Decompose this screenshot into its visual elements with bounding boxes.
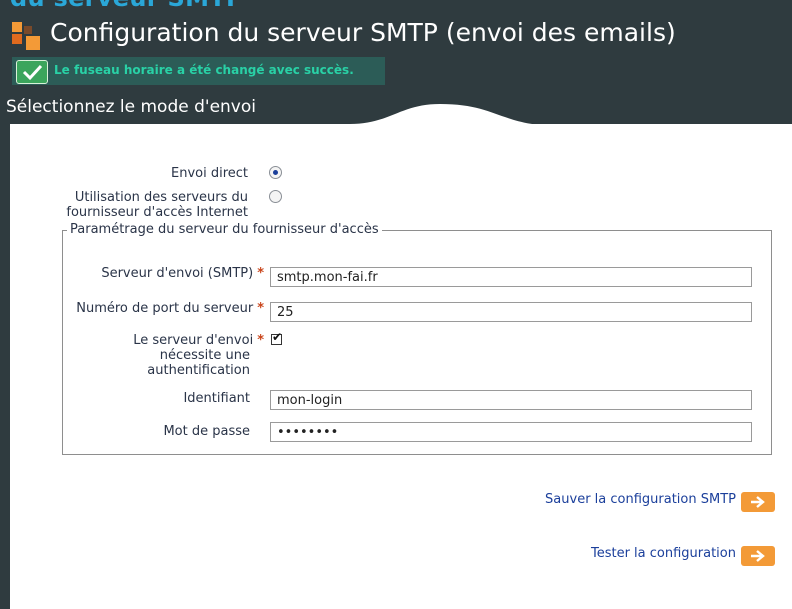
left-border [0,124,10,609]
auth-label-line2: nécessite une [159,348,250,363]
auth-required-checkbox[interactable] [271,330,282,345]
login-input[interactable] [270,390,752,410]
radio-isp[interactable] [269,190,282,203]
auth-label-line3: authentification [147,363,250,378]
section-title: Sélectionnez le mode d'envoi [6,97,256,117]
radio-label-isp: Utilisation des serveurs du fournisseur … [40,190,248,220]
test-config-button[interactable] [741,546,775,566]
radio-label-isp-line1: Utilisation des serveurs du [74,190,248,205]
fieldset-legend: Paramétrage du serveur du fournisseur d'… [67,222,382,237]
smtp-server-label-text: Serveur d'envoi (SMTP) [101,266,254,281]
save-config-button[interactable] [741,492,775,512]
required-mark: * [257,333,264,348]
check-icon [16,60,48,84]
port-label-text: Numéro de port du serveur [76,301,254,316]
required-mark: * [257,266,264,281]
radio-direct[interactable] [269,166,282,179]
test-config-link[interactable]: Tester la configuration [450,546,736,561]
login-label: Identifiant [183,391,250,406]
port-label: Numéro de port du serveur * [60,301,264,316]
cut-off-title: du serveur SMTP [10,0,244,12]
success-message: Le fuseau horaire a été changé avec succ… [54,63,354,77]
save-config-link[interactable]: Sauver la configuration SMTP [450,492,736,507]
page-title: Configuration du serveur SMTP (envoi des… [50,18,676,47]
logo-squares-icon [12,22,44,52]
radio-label-isp-line2: fournisseur d'accès Internet [66,205,248,220]
auth-label-line1: Le serveur d'envoi [133,333,254,348]
smtp-server-input[interactable] [270,267,752,287]
password-input[interactable] [270,422,752,442]
radio-label-direct: Envoi direct [170,166,248,181]
auth-label: Le serveur d'envoi * nécessite une authen… [60,333,264,378]
port-input[interactable] [270,302,752,322]
success-notification: Le fuseau horaire a été changé avec succ… [12,57,385,85]
required-mark: * [257,301,264,316]
arrow-right-icon [751,550,765,562]
password-label: Mot de passe [163,424,250,439]
arrow-right-icon [751,496,765,508]
header-wave-decoration [240,104,792,150]
smtp-server-label: Serveur d'envoi (SMTP) * [60,266,264,281]
